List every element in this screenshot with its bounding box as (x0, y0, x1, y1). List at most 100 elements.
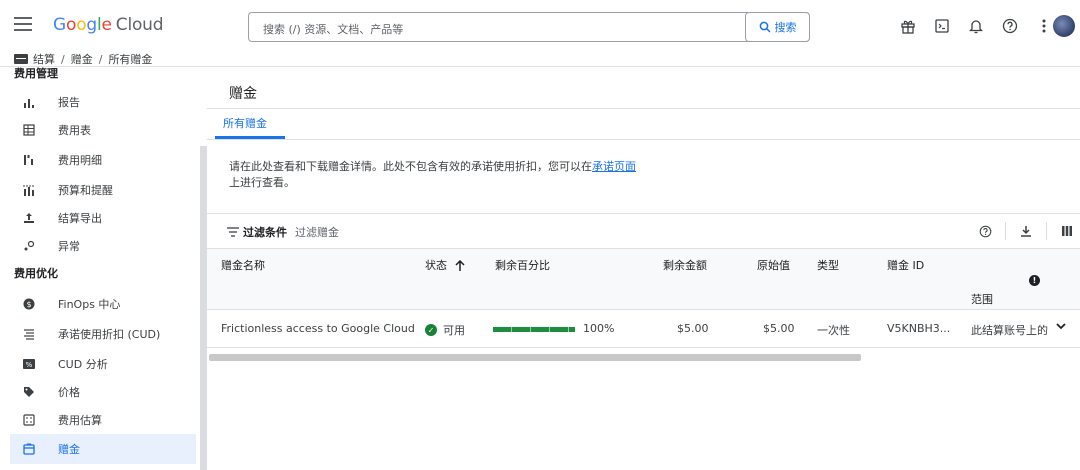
sidebar-item-label: 预算和提醒 (58, 184, 113, 197)
sidebar-item-reports[interactable]: 报告 (10, 87, 196, 117)
sidebar-item-label: 费用估算 (58, 414, 102, 427)
sidebar-item-label: 赠金 (58, 443, 80, 456)
divider (207, 108, 1080, 109)
credit-name-cell: Frictionless access to Google Cloud (221, 322, 415, 335)
sidebar-item-cost-breakdown[interactable]: 费用明细 (10, 145, 196, 175)
tab-all-credits[interactable]: 所有赠金 (223, 115, 267, 131)
sidebar-item-label: 价格 (58, 386, 80, 399)
sidebar-item-budgets[interactable]: 预算和提醒 (10, 175, 196, 205)
sidebar-item-billing-export[interactable]: 结算导出 (10, 203, 196, 233)
remaining-percent-cell: 100% (583, 322, 615, 335)
search-button-label: 搜索 (774, 21, 797, 34)
filter-icon (227, 227, 239, 237)
finops-icon: $ (20, 295, 38, 313)
column-header-name[interactable]: 赠金名称 (221, 257, 265, 273)
download-icon[interactable] (1016, 221, 1036, 241)
sidebar-scrollbar[interactable] (200, 146, 207, 470)
column-header-remaining-amount[interactable]: 剩余金额 (663, 257, 707, 273)
remaining-amount-cell: $5.00 (677, 322, 709, 335)
help-icon[interactable] (997, 14, 1023, 38)
column-header-remaining-percent[interactable]: 剩余百分比 (495, 257, 550, 273)
top-bar: Google Cloud 搜索 (/) 资源、文档、产品等 搜索 (0, 0, 1080, 52)
sidebar-item-label: 异常 (58, 240, 80, 253)
tag-icon (20, 383, 38, 401)
check-circle-icon: ✓ (425, 324, 437, 336)
gift-icon[interactable] (895, 14, 921, 38)
filter-bar[interactable]: 过滤条件 过滤赠金 (227, 224, 339, 240)
page-description: 请在此处查看和下载赠金详情。此处不包含有效的承诺使用折扣，您可以在承诺页面上进行… (229, 160, 636, 189)
table-row[interactable]: Frictionless access to Google Cloud ✓ 可用… (207, 310, 1080, 348)
column-header-original-value[interactable]: 原始值 (757, 257, 790, 273)
search-placeholder: 搜索 (/) 资源、文档、产品等 (263, 23, 404, 36)
sidebar-item-label: 费用明细 (58, 154, 102, 167)
percent-icon: % (20, 355, 38, 373)
search-input[interactable]: 搜索 (/) 资源、文档、产品等 (248, 12, 810, 42)
sidebar-item-credits[interactable]: 赠金 (10, 434, 196, 464)
sidebar-item-label: 承诺使用折扣 (CUD) (58, 328, 161, 341)
breadcrumb-separator: / (61, 52, 65, 66)
filter-label: 过滤条件 (243, 226, 287, 239)
remaining-progress-bar (493, 327, 575, 332)
column-header-type[interactable]: 类型 (817, 257, 839, 273)
breadcrumb-all-credits[interactable]: 所有赠金 (108, 51, 152, 67)
table-header: 赠金名称 状态 剩余百分比 剩余金额 原始值 类型 赠金 ID ! 范围 (207, 248, 1080, 310)
type-cell: 一次性 (817, 324, 850, 337)
search-button[interactable]: 搜索 (745, 12, 810, 42)
billing-card-icon (14, 54, 28, 64)
credit-id-cell: V5KNBH3... (887, 322, 951, 335)
divider (1046, 222, 1047, 240)
google-cloud-logo[interactable]: Google Cloud (53, 15, 164, 35)
cloud-shell-icon[interactable] (929, 14, 955, 38)
remaining-progress-fill (493, 327, 575, 332)
sidebar-item-anomalies[interactable]: 异常 (10, 231, 196, 261)
notifications-bell-icon[interactable] (963, 14, 989, 38)
sidebar-item-cud-analysis[interactable]: % CUD 分析 (10, 349, 196, 379)
credit-icon (20, 440, 38, 458)
sidebar-item-label: 费用表 (58, 124, 91, 137)
sidebar-item-label: 报告 (58, 96, 80, 109)
divider (1005, 222, 1006, 240)
sidebar-item-cud[interactable]: 承诺使用折扣 (CUD) (10, 319, 196, 349)
calculator-icon (20, 411, 38, 429)
main-menu-icon[interactable] (14, 17, 32, 31)
column-header-credit-id[interactable]: 赠金 ID (887, 257, 924, 273)
info-icon[interactable]: ! (1029, 275, 1040, 286)
export-icon (20, 209, 38, 227)
svg-text:$: $ (26, 300, 31, 309)
page-title: 赠金 (229, 86, 257, 102)
filter-input[interactable]: 过滤赠金 (295, 224, 339, 240)
sidebar-item-cost-estimation[interactable]: 费用估算 (10, 405, 196, 435)
sidebar-item-label: FinOps 中心 (58, 298, 121, 311)
table-horizontal-scrollbar[interactable] (209, 354, 861, 361)
sidebar-section-billing: 费用管理 (14, 67, 58, 80)
column-header-scope[interactable]: 范围 (971, 291, 993, 307)
cud-icon (20, 325, 38, 343)
main-content: 赠金 所有赠金 请在此处查看和下载赠金详情。此处不包含有效的承诺使用折扣，您可以… (207, 67, 1080, 470)
sort-ascending-icon (455, 259, 465, 271)
sidebar-item-pricing[interactable]: 价格 (10, 377, 196, 407)
sidebar-item-label: 结算导出 (58, 212, 102, 225)
sidebar-section-optimization: 费用优化 (14, 267, 58, 280)
divider (207, 213, 1080, 214)
original-value-cell: $5.00 (763, 322, 795, 335)
column-header-status[interactable]: 状态 (425, 257, 465, 273)
scope-cell: 此结算账号上的 (971, 324, 1048, 337)
column-display-icon[interactable] (1057, 221, 1077, 241)
anomaly-icon (20, 237, 38, 255)
status-cell: ✓ 可用 (425, 322, 465, 338)
table-icon (20, 121, 38, 139)
commitments-page-link[interactable]: 承诺页面 (592, 160, 636, 173)
sidebar-item-finops-hub[interactable]: $ FinOps 中心 (10, 289, 196, 319)
sidebar-nav: 费用管理 报告 费用表 费用明细 预算和提醒 结算导出 异常 费用优化 $ Fi… (0, 67, 200, 470)
help-icon[interactable] (975, 221, 995, 241)
svg-text:%: % (26, 361, 33, 369)
breadcrumb-separator: / (98, 52, 103, 66)
divider (207, 139, 1080, 140)
sidebar-item-label: CUD 分析 (58, 358, 108, 371)
account-avatar[interactable] (1053, 15, 1075, 37)
sidebar-item-cost-table[interactable]: 费用表 (10, 115, 196, 145)
expand-row-icon[interactable] (1055, 320, 1067, 335)
search-icon (759, 21, 771, 33)
breakdown-icon (20, 151, 38, 169)
breadcrumb-credits[interactable]: 赠金 (71, 51, 93, 67)
